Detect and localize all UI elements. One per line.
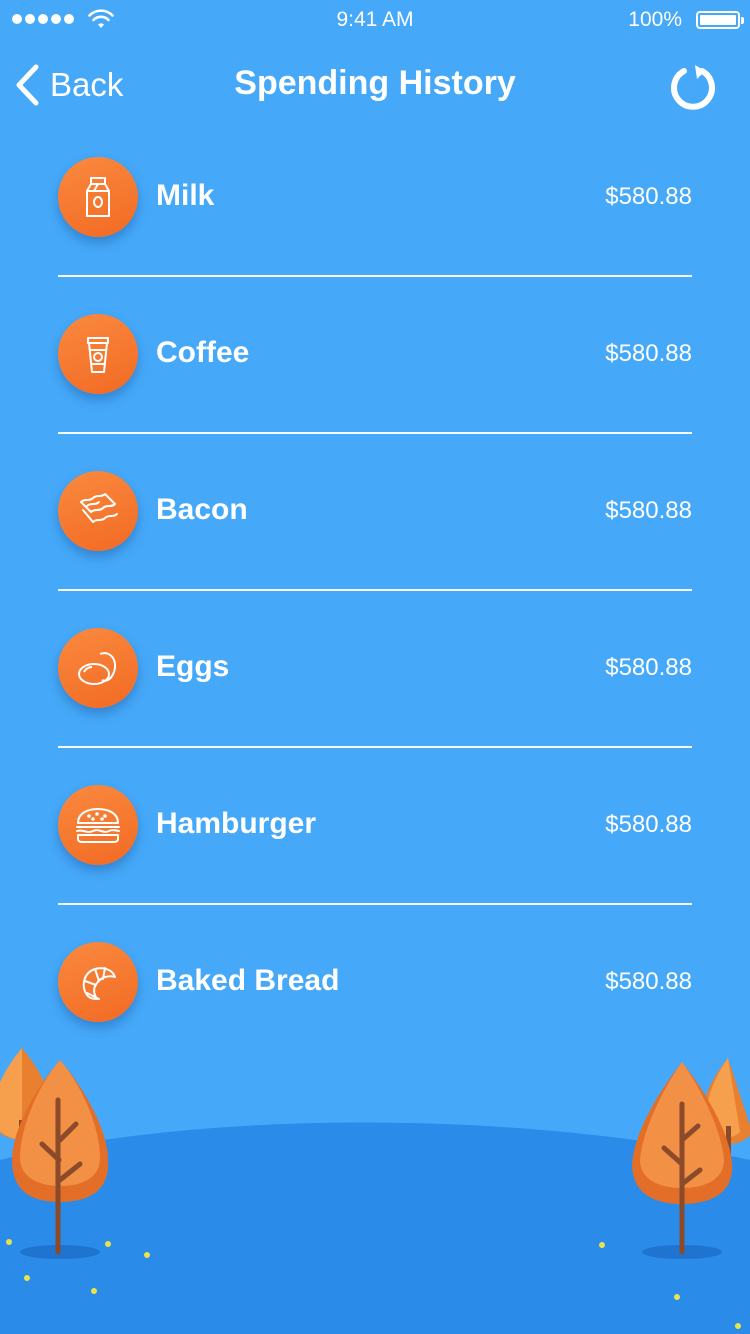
divider xyxy=(58,746,692,748)
status-bar: 9:41 AM 100% xyxy=(0,0,750,40)
page-title: Spending History xyxy=(234,64,516,102)
item-name: Coffee xyxy=(156,336,250,369)
bacon-icon xyxy=(58,471,138,551)
item-name: Eggs xyxy=(156,650,230,683)
divider xyxy=(58,432,692,434)
list-item[interactable]: Hamburger $580.88 xyxy=(58,783,692,940)
list-item[interactable]: Bacon $580.88 xyxy=(58,469,692,626)
item-name: Baked Bread xyxy=(156,964,340,997)
divider xyxy=(58,275,692,277)
item-amount: $580.88 xyxy=(605,183,692,210)
landscape-illustration xyxy=(0,1048,750,1334)
divider xyxy=(58,589,692,591)
spending-list: Milk $580.88 Coffee $580.88 Bacon $580.8… xyxy=(58,155,692,1097)
item-amount: $580.88 xyxy=(605,654,692,681)
list-item[interactable]: Coffee $580.88 xyxy=(58,312,692,469)
item-amount: $580.88 xyxy=(605,811,692,838)
item-amount: $580.88 xyxy=(605,340,692,367)
coffee-cup-icon xyxy=(58,314,138,394)
list-item[interactable]: Milk $580.88 xyxy=(58,155,692,312)
battery-percentage: 100% xyxy=(628,8,682,31)
item-name: Hamburger xyxy=(156,807,317,840)
list-item[interactable]: Eggs $580.88 xyxy=(58,626,692,783)
item-amount: $580.88 xyxy=(605,497,692,524)
item-amount: $580.88 xyxy=(605,968,692,995)
item-name: Milk xyxy=(156,179,215,212)
refresh-icon[interactable] xyxy=(668,62,718,112)
divider xyxy=(58,903,692,905)
hamburger-icon xyxy=(58,785,138,865)
item-name: Bacon xyxy=(156,493,248,526)
battery-icon xyxy=(696,11,744,29)
croissant-icon xyxy=(58,942,138,1022)
eggs-icon xyxy=(58,628,138,708)
milk-carton-icon xyxy=(58,157,138,237)
